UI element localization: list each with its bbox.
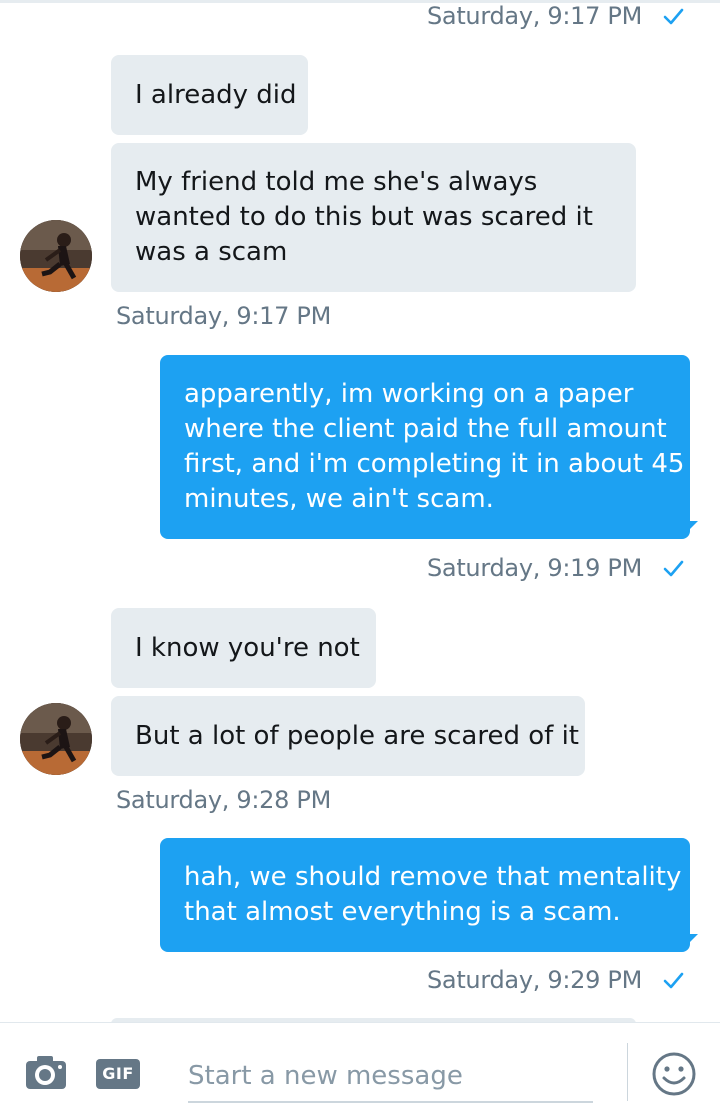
message-text: But a lot of people are scared of it bbox=[135, 720, 579, 751]
message-text: first, and i'm completing it in about 45 bbox=[184, 449, 685, 479]
avatar-photo-icon bbox=[20, 220, 92, 292]
avatar-photo-icon bbox=[20, 703, 92, 775]
message-text: that almost everything is a scam. bbox=[184, 897, 621, 927]
bubble-tail bbox=[686, 521, 698, 533]
message-text: I know you're not bbox=[135, 632, 360, 663]
read-check-icon bbox=[663, 972, 684, 989]
gif-button[interactable]: GIF bbox=[96, 1059, 140, 1089]
read-check-icon bbox=[663, 560, 684, 577]
message-text: apparently, im working on a paper bbox=[184, 379, 634, 409]
timestamp-sent: Saturday, 9:19 PM bbox=[426, 554, 642, 582]
message-bubble-received[interactable]: My friend told me she's always wanted to… bbox=[111, 143, 636, 292]
message-text: I already did bbox=[135, 79, 297, 110]
message-bubble-received[interactable]: I know you're not bbox=[111, 608, 376, 688]
timestamp-sent: Saturday, 9:17 PM bbox=[426, 2, 642, 30]
read-check-icon bbox=[663, 8, 684, 25]
message-composer: GIF bbox=[0, 1022, 720, 1120]
composer-divider bbox=[627, 1043, 628, 1101]
message-text: My friend told me she's always bbox=[135, 167, 538, 197]
message-input[interactable] bbox=[188, 1051, 593, 1103]
timestamp-received: Saturday, 9:28 PM bbox=[116, 786, 332, 814]
timestamp-sent: Saturday, 9:29 PM bbox=[426, 966, 642, 994]
bubble-tail bbox=[686, 934, 698, 946]
message-text: minutes, we ain't scam. bbox=[184, 484, 494, 514]
message-text: hah, we should remove that mentality bbox=[184, 862, 682, 892]
message-text: was a scam bbox=[135, 237, 288, 267]
message-bubble-sent[interactable]: hah, we should remove that mentality tha… bbox=[160, 838, 698, 952]
message-bubble-received[interactable]: But a lot of people are scared of it bbox=[111, 696, 585, 776]
message-text: wanted to do this but was scared it bbox=[135, 202, 593, 232]
sender-avatar[interactable] bbox=[20, 703, 92, 775]
camera-icon[interactable] bbox=[24, 1055, 68, 1091]
emoji-icon[interactable] bbox=[651, 1051, 697, 1097]
message-text: where the client paid the full amount bbox=[184, 414, 667, 444]
sender-avatar[interactable] bbox=[20, 220, 92, 292]
timestamp-received: Saturday, 9:17 PM bbox=[116, 302, 332, 330]
message-thread[interactable]: Saturday, 9:17 PM I already did My frien… bbox=[0, 0, 720, 1022]
message-bubble-sent[interactable]: apparently, im working on a paper where … bbox=[160, 355, 698, 539]
message-bubble-received[interactable]: I already did bbox=[111, 55, 308, 135]
